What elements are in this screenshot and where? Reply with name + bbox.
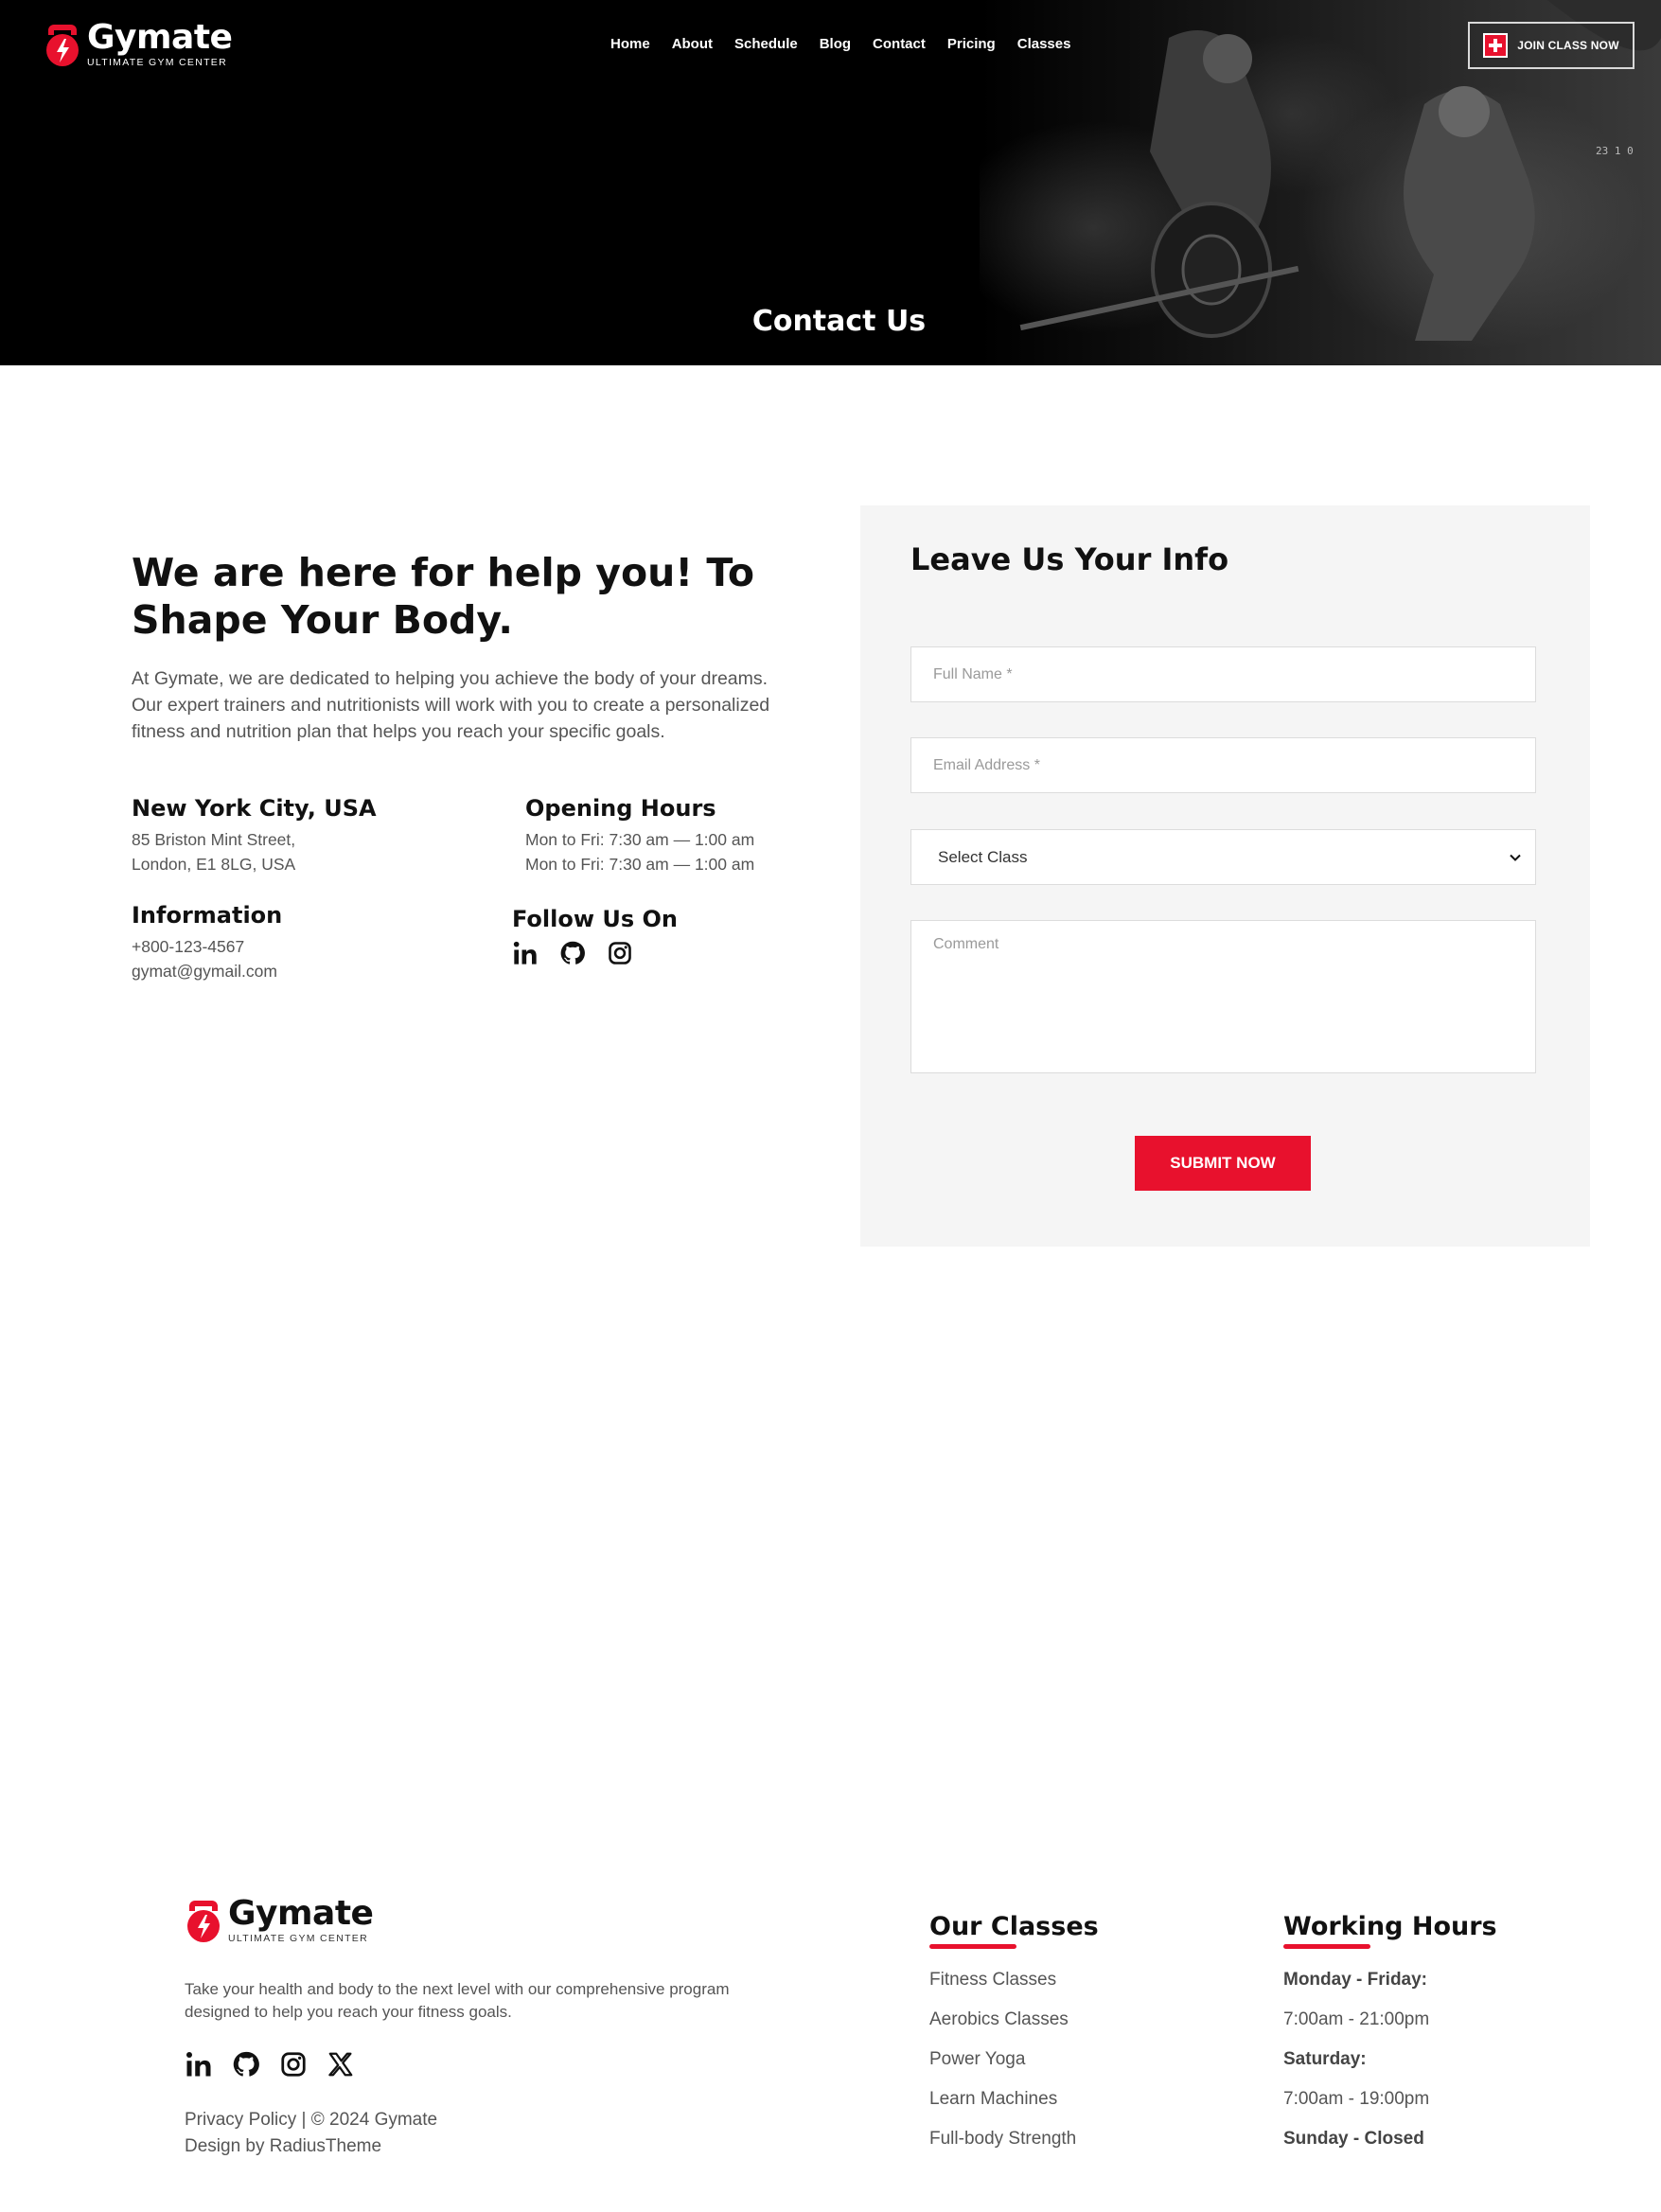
full-name-input[interactable] xyxy=(910,646,1536,702)
location-block: New York City, USA 85 Briston Mint Stree… xyxy=(132,795,377,876)
class-link-aerobics[interactable]: Aerobics Classes xyxy=(929,2009,1069,2029)
logo-tagline: ULTIMATE GYM CENTER xyxy=(87,57,227,69)
kettlebell-logo-icon xyxy=(46,25,79,66)
hours-value-weekdays: 7:00am - 21:00pm xyxy=(1283,2009,1430,2029)
follow-title: Follow Us On xyxy=(512,906,678,932)
kettlebell-logo-icon xyxy=(187,1901,220,1942)
our-classes-title: Our Classes xyxy=(929,1912,1099,1949)
nav-contact[interactable]: Contact xyxy=(873,36,926,52)
email-address[interactable]: gymat@gymail.com xyxy=(132,959,282,983)
class-select-value: Select Class xyxy=(938,847,1028,866)
working-hours-column: Working Hours Monday - Friday: 7:00am - … xyxy=(1283,1912,1497,2159)
intro-heading: We are here for help you! To Shape Your … xyxy=(132,550,755,643)
nav-classes[interactable]: Classes xyxy=(1017,36,1071,52)
slide-counter: 23 1 0 xyxy=(1596,145,1634,157)
page-title: Contact Us xyxy=(751,305,927,338)
location-title: New York City, USA xyxy=(132,795,377,822)
nav-schedule[interactable]: Schedule xyxy=(734,36,798,52)
hours-line-1: Mon to Fri: 7:30 am — 1:00 am xyxy=(525,830,755,849)
address-line-1: 85 Briston Mint Street, xyxy=(132,830,296,849)
class-link-full-body[interactable]: Full-body Strength xyxy=(929,2129,1076,2149)
footer-logo-name: Gymate xyxy=(228,1894,374,1934)
github-icon[interactable] xyxy=(559,940,586,966)
instagram-icon[interactable] xyxy=(607,940,633,966)
hero-banner: Gymate ULTIMATE GYM CENTER Home About Sc… xyxy=(0,0,1661,365)
class-link-fitness[interactable]: Fitness Classes xyxy=(929,1970,1056,1990)
hours-value-saturday: 7:00am - 19:00pm xyxy=(1283,2089,1430,2109)
our-classes-column: Our Classes Fitness Classes Aerobics Cla… xyxy=(929,1912,1099,2159)
main-nav: Home About Schedule Blog Contact Pricing… xyxy=(610,36,1070,52)
copyright-line[interactable]: Privacy Policy | © 2024 Gymate xyxy=(185,2107,437,2133)
footer-social-links xyxy=(185,2050,355,2079)
chevron-down-icon xyxy=(1510,854,1521,861)
footer-logo[interactable]: Gymate ULTIMATE GYM CENTER xyxy=(185,1894,374,1945)
submit-button[interactable]: SUBMIT NOW xyxy=(1135,1136,1311,1191)
header-logo[interactable]: Gymate ULTIMATE GYM CENTER xyxy=(44,18,233,69)
linkedin-icon[interactable] xyxy=(512,940,539,966)
form-title: Leave Us Your Info xyxy=(910,541,1229,577)
join-class-label: JOIN CLASS NOW xyxy=(1517,39,1619,52)
email-input[interactable] xyxy=(910,737,1536,793)
information-title: Information xyxy=(132,902,283,929)
plus-icon xyxy=(1483,33,1509,58)
nav-pricing[interactable]: Pricing xyxy=(947,36,996,52)
instagram-icon[interactable] xyxy=(279,2050,308,2079)
nav-blog[interactable]: Blog xyxy=(820,36,851,52)
nav-home[interactable]: Home xyxy=(610,36,650,52)
working-hours-title: Working Hours xyxy=(1283,1912,1497,1949)
address-line-2: London, E1 8LG, USA xyxy=(132,855,296,874)
hours-label-sunday: Sunday - Closed xyxy=(1283,2129,1424,2149)
design-credit: Design by RadiusTheme xyxy=(185,2136,382,2156)
opening-hours-block: Opening Hours Mon to Fri: 7:30 am — 1:00… xyxy=(525,795,754,876)
hours-line-2: Mon to Fri: 7:30 am — 1:00 am xyxy=(525,855,755,874)
opening-hours-title: Opening Hours xyxy=(525,795,716,822)
footer-copyright: Privacy Policy | © 2024 Gymate Design by… xyxy=(185,2107,437,2160)
hours-label-weekdays: Monday - Friday: xyxy=(1283,1970,1428,1990)
join-class-button[interactable]: JOIN CLASS NOW xyxy=(1468,22,1634,69)
comment-textarea[interactable] xyxy=(910,920,1536,1073)
class-link-power-yoga[interactable]: Power Yoga xyxy=(929,2049,1025,2069)
intro-text: At Gymate, we are dedicated to helping y… xyxy=(132,668,770,742)
nav-about[interactable]: About xyxy=(672,36,713,52)
follow-block: Follow Us On xyxy=(512,906,678,966)
x-icon[interactable] xyxy=(327,2050,355,2079)
linkedin-icon[interactable] xyxy=(185,2050,213,2079)
footer-logo-tagline: ULTIMATE GYM CENTER xyxy=(228,1933,368,1945)
information-block: Information +800-123-4567 gymat@gymail.c… xyxy=(132,902,282,983)
class-link-machines[interactable]: Learn Machines xyxy=(929,2089,1057,2109)
phone-number[interactable]: +800-123-4567 xyxy=(132,934,282,959)
footer-description: Take your health and body to the next le… xyxy=(185,1980,730,2021)
contact-form-panel: Leave Us Your Info Select Class SUBMIT N… xyxy=(860,505,1590,1247)
hours-label-saturday: Saturday: xyxy=(1283,2049,1367,2069)
class-select[interactable]: Select Class xyxy=(910,829,1536,885)
github-icon[interactable] xyxy=(232,2050,260,2079)
logo-name: Gymate xyxy=(87,18,233,58)
